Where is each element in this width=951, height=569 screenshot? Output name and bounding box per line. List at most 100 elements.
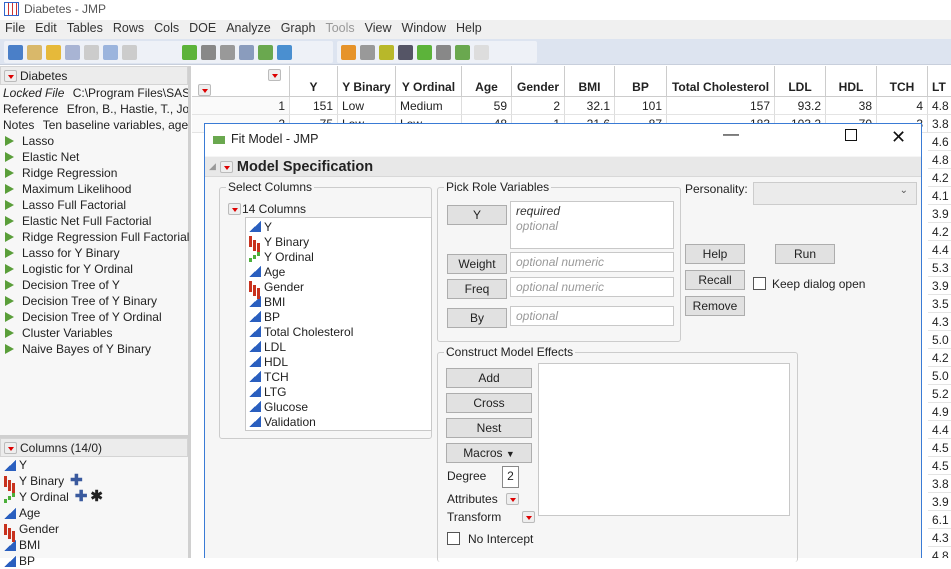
add-button[interactable]: Add <box>446 368 532 388</box>
red-triangle-menu-icon[interactable] <box>219 160 233 173</box>
menu-graph[interactable]: Graph <box>276 20 321 35</box>
column-header[interactable]: Y Binary <box>338 66 396 97</box>
minimize-icon[interactable]: — <box>723 126 739 144</box>
column-header[interactable]: LT <box>928 66 951 97</box>
fit-y-by-x-icon[interactable] <box>201 44 216 60</box>
table-script[interactable]: Decision Tree of Y Binary <box>0 293 188 309</box>
distribution-icon[interactable] <box>182 44 197 60</box>
column-list-item[interactable]: Glucose <box>246 399 431 414</box>
play-script-icon[interactable] <box>5 136 14 146</box>
play-script-icon[interactable] <box>5 264 14 274</box>
model-effects-list[interactable] <box>538 363 790 516</box>
fit-y-by-x-icon[interactable] <box>436 44 451 60</box>
column-list-item[interactable]: HDL <box>246 354 431 369</box>
by-role-button[interactable]: By <box>447 308 507 328</box>
red-triangle-menu-icon[interactable] <box>4 441 17 454</box>
play-script-icon[interactable] <box>5 184 14 194</box>
column-list[interactable]: YY Binary Y Ordinal Age Gender BMI BP Total Ch… <box>245 217 432 431</box>
column-header[interactable]: Gender <box>512 66 565 97</box>
column-header[interactable]: TCH <box>877 66 928 97</box>
menu-view[interactable]: View <box>360 20 397 35</box>
play-script-icon[interactable] <box>5 248 14 258</box>
play-script-icon[interactable] <box>5 200 14 210</box>
table-script[interactable]: Lasso <box>0 133 188 149</box>
table-script[interactable]: Logistic for Y Ordinal <box>0 261 188 277</box>
menu-tools[interactable]: Tools <box>320 20 359 35</box>
column-item[interactable]: Gender <box>0 521 188 537</box>
table-script[interactable]: Naive Bayes of Y Binary <box>0 341 188 357</box>
table-script[interactable]: Ridge Regression <box>0 165 188 181</box>
play-script-icon[interactable] <box>5 216 14 226</box>
columns-header[interactable]: Columns (14/0) <box>0 438 188 457</box>
new-script-icon[interactable] <box>27 44 42 60</box>
column-header[interactable]: Age <box>462 66 512 97</box>
column-item[interactable]: Y Ordinal ✚ ✱ <box>0 489 188 505</box>
y-role-list[interactable]: required optional <box>510 201 674 249</box>
column-header[interactable]: Y Ordinal <box>396 66 462 97</box>
column-header[interactable]: Total Cholesterol <box>667 66 775 97</box>
edit-icon[interactable] <box>474 44 489 60</box>
menu-help[interactable]: Help <box>451 20 487 35</box>
column-list-item[interactable]: LDL <box>246 339 431 354</box>
personality-dropdown[interactable]: ⌄ <box>753 182 917 205</box>
fit-model-icon[interactable] <box>455 44 470 60</box>
play-script-icon[interactable] <box>5 296 14 306</box>
nest-button[interactable]: Nest <box>446 418 532 438</box>
menu-tables[interactable]: Tables <box>62 20 108 35</box>
grid-corner[interactable] <box>192 66 290 97</box>
table-property[interactable]: Notes Ten baseline variables, age, <box>0 117 188 133</box>
column-header[interactable]: LDL <box>775 66 826 97</box>
column-header[interactable]: HDL <box>826 66 877 97</box>
menu-doe[interactable]: DOE <box>184 20 221 35</box>
save-icon[interactable] <box>65 44 80 60</box>
tabulate-icon[interactable] <box>220 44 235 60</box>
freq-role-button[interactable]: Freq <box>447 279 507 299</box>
column-property-icon[interactable]: ✚ <box>75 489 88 505</box>
row-number[interactable]: 1 <box>192 97 290 115</box>
weight-role-button[interactable]: Weight <box>447 254 507 274</box>
data-table-icon[interactable] <box>341 44 356 60</box>
column-list-item[interactable]: BP <box>246 309 431 324</box>
grid-icon[interactable] <box>379 44 394 60</box>
column-list-item[interactable]: TCH <box>246 369 431 384</box>
column-list-item[interactable]: Y Binary <box>246 234 431 249</box>
column-header[interactable]: BMI <box>565 66 615 97</box>
menu-analyze[interactable]: Analyze <box>221 20 275 35</box>
column-property-icon[interactable]: ✚ <box>70 473 83 489</box>
no-intercept-checkbox[interactable] <box>447 532 460 545</box>
menu-cols[interactable]: Cols <box>149 20 184 35</box>
column-menu-icon[interactable] <box>268 69 281 81</box>
play-script-icon[interactable] <box>5 344 14 354</box>
table-script[interactable]: Decision Tree of Y Ordinal <box>0 309 188 325</box>
by-role-field[interactable]: optional <box>510 306 674 326</box>
column-list-item[interactable]: Total Cholesterol <box>246 324 431 339</box>
column-list-item[interactable]: Y <box>246 219 431 234</box>
menu-rows[interactable]: Rows <box>108 20 149 35</box>
summary-icon[interactable] <box>239 44 254 60</box>
keep-dialog-open-checkbox[interactable] <box>753 277 766 290</box>
y-role-button[interactable]: Y <box>447 205 507 225</box>
column-item[interactable]: Y <box>0 457 188 473</box>
freq-role-field[interactable]: optional numeric <box>510 277 674 297</box>
copy-icon[interactable] <box>103 44 118 60</box>
table-script[interactable]: Lasso Full Factorial <box>0 197 188 213</box>
row-menu-icon[interactable] <box>198 84 211 96</box>
distribution-icon[interactable] <box>417 44 432 60</box>
weight-role-field[interactable]: optional numeric <box>510 252 674 272</box>
table-name-header[interactable]: Diabetes <box>0 66 188 85</box>
help-button[interactable]: Help <box>685 244 745 264</box>
macros-button[interactable]: Macros ▼ <box>446 443 532 463</box>
column-list-item[interactable]: BMI <box>246 294 431 309</box>
open-icon[interactable] <box>46 44 61 60</box>
play-script-icon[interactable] <box>5 152 14 162</box>
table-property[interactable]: Locked File C:\Program Files\SAS\J <box>0 85 188 101</box>
red-triangle-menu-icon[interactable] <box>228 203 241 215</box>
table-script[interactable]: Decision Tree of Y <box>0 277 188 293</box>
column-list-item[interactable]: Y Ordinal <box>246 249 431 264</box>
column-item[interactable]: BMI <box>0 537 188 553</box>
attributes-menu-icon[interactable] <box>506 493 519 505</box>
collapse-icon[interactable]: ◢ <box>209 161 216 172</box>
play-script-icon[interactable] <box>5 232 14 242</box>
table-script[interactable]: Maximum Likelihood <box>0 181 188 197</box>
play-script-icon[interactable] <box>5 280 14 290</box>
